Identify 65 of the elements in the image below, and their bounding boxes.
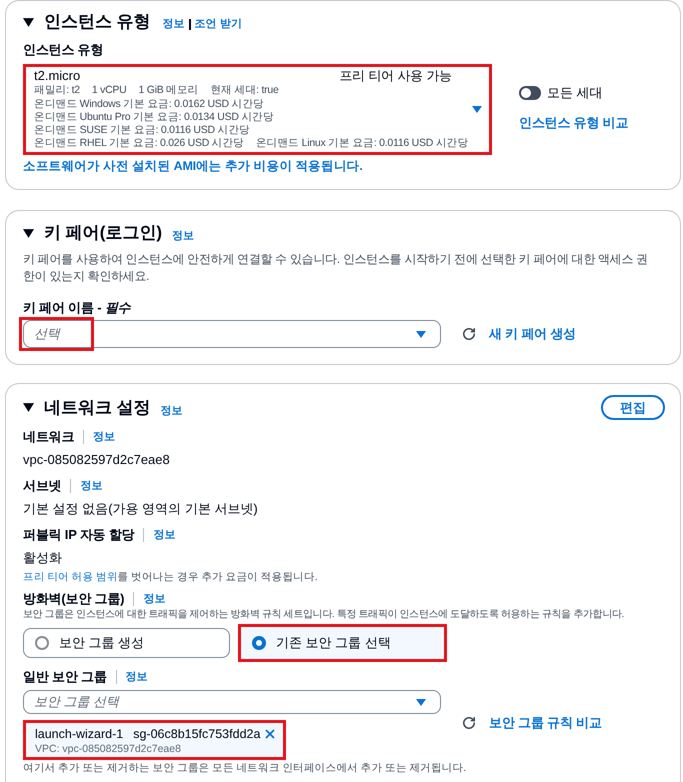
firewall-description: 보안 그룹은 인스턴스에 대한 트래픽을 제어하는 방화벽 규칙 세트입니다. 특정 트래픽이 인스턴스에 도달하도록 허용하는 규칙을 추가합니다.	[23, 608, 625, 622]
detail-text: 온디맨드 Windows 기본 요금: 0.0162 USD 시간당	[34, 98, 264, 111]
detail-text: 온디맨드 SUSE 기본 요금: 0.0116 USD 시간당	[34, 124, 250, 138]
field-label: 방화벽(보안 그룹)	[23, 590, 124, 608]
close-icon[interactable]	[263, 727, 277, 741]
field-label: 서브넷	[23, 477, 62, 495]
field-value: vpc-085082597d2c7eae8	[23, 451, 171, 469]
group-name: launch-wizard-1	[35, 726, 124, 742]
radio-button[interactable]	[252, 636, 266, 650]
detail-text: 패밀리: t2	[34, 84, 80, 98]
compare-link[interactable]: 인스턴스 유형 비교	[519, 113, 628, 132]
field-label: 키 페어 이름 - 필수	[23, 299, 130, 317]
compare-rules-link[interactable]: 보안 그룹 규칙 비교	[489, 713, 602, 733]
info-link[interactable]: 정보	[162, 17, 185, 31]
security-group-select[interactable]: 보안 그룹 선택	[23, 690, 441, 714]
detail-text: 온디맨드 Linux 기본 요금: 0.0116 USD 시간당	[256, 137, 468, 151]
ami-cost-note: 소프트웨어가 사전 설치된 AMI에는 추가 비용이 적용됩니다.	[23, 158, 364, 174]
group-vpc: VPC: vpc-085082597d2c7eae8	[35, 742, 182, 756]
caret-down-icon[interactable]	[23, 228, 34, 238]
radio-label: 기존 보안 그룹 선택	[276, 634, 391, 652]
dropdown-caret-icon[interactable]	[472, 106, 482, 113]
info-link[interactable]: 정보	[143, 592, 166, 606]
toggle-switch[interactable]	[519, 86, 541, 100]
detail-text: 온디맨드 RHEL 기본 요금: 0.026 USD 시간당	[34, 137, 244, 151]
info-link[interactable]: 정보	[160, 404, 183, 416]
key-pair-description: 키 페어를 사용하여 인스턴스에 안전하게 연결할 수 있습니다. 인스턴스를 시작하기 전에 선택한 키 페어에 대한 액세스 권한이 있는지 확인하세요.	[23, 251, 649, 285]
free-tier-note: 프리 티어 허용 범위를 벗어나는 경우 추가 요금이 적용됩니다.	[23, 570, 318, 584]
group-id: sg-06c8b15fc753fdd2a	[133, 726, 260, 742]
radio-button[interactable]	[35, 636, 49, 650]
selected-value: t2.micro	[34, 68, 80, 84]
info-link[interactable]: 정보	[126, 670, 148, 684]
info-link[interactable]: 정보	[93, 430, 116, 444]
field-label: 인스턴스 유형	[23, 41, 104, 59]
radio-label: 보안 그룹 생성	[59, 634, 144, 652]
security-group-footnote: 여기서 추가 또는 제거하는 보안 그룹은 모든 네트워크 인터페이스에서 추가 또는 제거됩니다.	[23, 761, 468, 775]
caret-down-icon[interactable]	[23, 403, 34, 412]
detail-text: 온디맨드 Ubuntu Pro 기본 요금: 0.0134 USD 시간당	[34, 110, 274, 124]
dropdown-caret-icon[interactable]	[416, 330, 426, 338]
caret-down-icon[interactable]	[23, 18, 34, 26]
field-label: 퍼블릭 IP 자동 할당	[23, 526, 134, 544]
field-label: 일반 보안 그룹	[23, 668, 107, 686]
free-tier-label: 프리 티어 사용 가능	[339, 68, 452, 84]
section-title: 네트워크 설정	[44, 396, 151, 418]
radio-tile[interactable]: 기존 보안 그룹 선택	[238, 624, 447, 662]
info-link[interactable]: 정보	[153, 528, 176, 542]
info-link[interactable]: 조언 받기	[194, 17, 242, 31]
create-key-pair-link[interactable]: 새 키 페어 생성	[489, 324, 576, 344]
info-link[interactable]: 정보	[80, 479, 102, 493]
detail-text: 1 vCPU	[92, 84, 127, 98]
section-title: 키 페어(로그인)	[44, 222, 162, 244]
info-link[interactable]: 정보	[172, 230, 194, 242]
toggle-label: 모든 세대	[547, 84, 603, 102]
instance-type-select[interactable]	[23, 64, 492, 155]
detail-text: 현재 세대: true	[210, 84, 279, 98]
detail-text: 1 GiB 메모리	[138, 84, 198, 98]
section-title: 인스턴스 유형	[44, 11, 151, 33]
field-value: 기본 설정 없음(가용 영역의 기본 서브넷)	[23, 500, 259, 518]
radio-tile[interactable]: 보안 그룹 생성	[23, 628, 230, 658]
free-tier-link[interactable]: 프리 티어 허용 범위	[23, 571, 118, 583]
field-value: 활성화	[23, 549, 63, 567]
refresh-icon[interactable]	[462, 327, 476, 341]
dropdown-caret-icon[interactable]	[416, 698, 426, 706]
edit-button[interactable]: 편집	[601, 395, 665, 420]
field-label: 네트워크	[23, 428, 74, 446]
refresh-icon[interactable]	[462, 716, 476, 730]
